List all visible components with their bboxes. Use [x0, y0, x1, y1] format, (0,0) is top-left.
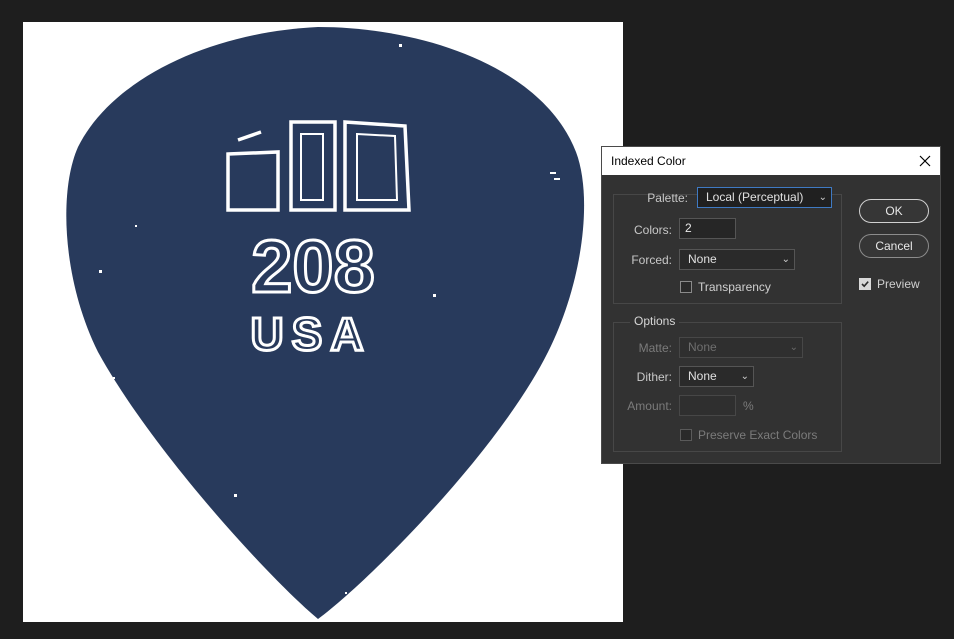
- checkmark-icon: [861, 281, 869, 288]
- indexed-color-dialog: Indexed Color Palette: Local (Perceptual…: [601, 146, 941, 464]
- preview-label[interactable]: Preview: [877, 277, 920, 291]
- forced-select[interactable]: None ⌄: [679, 249, 795, 270]
- dither-select[interactable]: None ⌄: [679, 366, 754, 387]
- preserve-exact-colors-label: Preserve Exact Colors: [698, 428, 818, 442]
- cancel-button[interactable]: Cancel: [859, 234, 929, 258]
- matte-select-value: None: [688, 340, 717, 354]
- preserve-exact-colors-checkbox: [680, 429, 692, 441]
- amount-input: [679, 395, 736, 416]
- transparency-label[interactable]: Transparency: [698, 280, 771, 294]
- chevron-down-icon: ⌄: [740, 371, 749, 382]
- dialog-titlebar[interactable]: Indexed Color: [602, 147, 940, 175]
- close-button[interactable]: [914, 150, 936, 172]
- amount-unit: %: [743, 399, 754, 413]
- colors-input[interactable]: 2: [679, 218, 736, 239]
- pick-number: 208: [251, 225, 374, 308]
- palette-select-value: Local (Perceptual): [706, 190, 804, 204]
- chevron-down-icon: ⌄: [781, 254, 790, 265]
- preview-checkbox[interactable]: [859, 278, 871, 290]
- chevron-down-icon: ⌄: [818, 192, 827, 203]
- guitar-pick-image: 208 USA: [66, 27, 585, 619]
- dither-label: Dither:: [636, 370, 672, 384]
- document-canvas[interactable]: 208 USA: [23, 22, 623, 622]
- colors-label: Colors:: [633, 223, 672, 237]
- palette-select[interactable]: Local (Perceptual) ⌄: [697, 187, 832, 208]
- forced-select-value: None: [688, 252, 717, 266]
- chevron-down-icon: ⌄: [789, 342, 798, 353]
- palette-label: Palette:: [647, 191, 688, 205]
- transparency-checkbox[interactable]: [680, 281, 692, 293]
- close-icon: [919, 155, 931, 167]
- dither-select-value: None: [688, 369, 717, 383]
- amount-label: Amount:: [627, 399, 672, 413]
- forced-label: Forced:: [631, 253, 672, 267]
- matte-select: None ⌄: [679, 337, 803, 358]
- pick-country: USA: [250, 308, 371, 360]
- options-legend: Options: [630, 314, 680, 328]
- ok-button[interactable]: OK: [859, 199, 929, 223]
- matte-label: Matte:: [638, 341, 672, 355]
- dialog-title: Indexed Color: [611, 154, 686, 168]
